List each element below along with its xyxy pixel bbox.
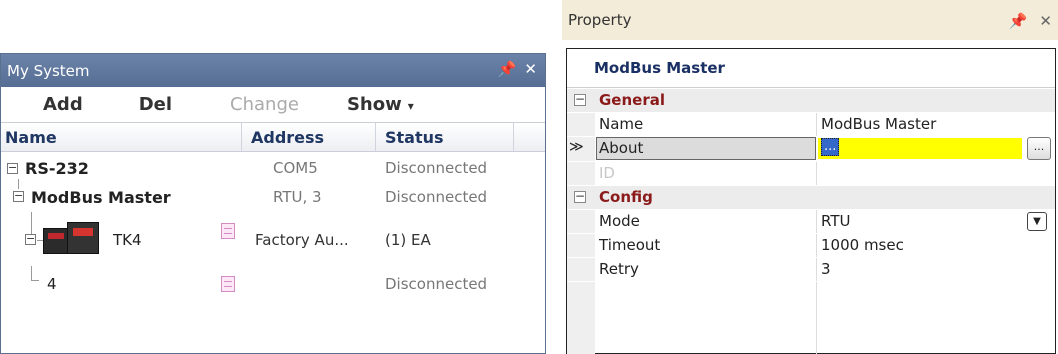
tree-row-name: ModBus Master	[31, 188, 171, 207]
tree-row-name: RS-232	[25, 159, 89, 178]
property-key: Timeout	[599, 236, 661, 254]
property-empty-area	[567, 282, 1055, 354]
collapse-icon[interactable]: −	[25, 233, 36, 245]
change-button[interactable]: Change	[230, 94, 299, 115]
tree-row-name: TK4	[113, 231, 142, 249]
delete-button[interactable]: Del	[139, 94, 172, 115]
property-value[interactable]: 1000 msec	[821, 236, 904, 254]
pin-icon[interactable]: 📌	[1009, 12, 1028, 30]
selected-row-marker-icon: ≫	[569, 139, 584, 155]
my-system-panel: My System 📌 ✕ Add Del Change Show ▾ Name …	[0, 53, 546, 354]
my-system-title: My System	[7, 61, 90, 80]
tree-row-status: Disconnected	[385, 159, 488, 177]
tree-row-address: Factory Au...	[255, 231, 349, 249]
property-key: ID	[599, 164, 615, 182]
ellipsis-button[interactable]: ...	[1027, 137, 1051, 160]
about-value-field[interactable]: ...	[818, 138, 1022, 159]
selected-object-name: ModBus Master	[567, 49, 1055, 88]
collapse-icon[interactable]: −	[574, 93, 586, 106]
property-row-retry[interactable]: Retry 3	[567, 258, 1055, 281]
close-icon[interactable]: ✕	[1039, 12, 1052, 30]
show-label: Show	[346, 94, 402, 115]
close-icon[interactable]: ✕	[524, 60, 537, 78]
column-header-status[interactable]: Status	[385, 128, 444, 147]
tree-row[interactable]: − RS-232 COM5 Disconnected	[1, 154, 545, 182]
property-panel: Property 📌 ✕ ModBus Master − General Nam…	[562, 0, 1058, 354]
property-key: Name	[599, 115, 644, 133]
property-row-timeout[interactable]: Timeout 1000 msec	[567, 234, 1055, 257]
property-key: About	[599, 139, 644, 157]
property-key: Retry	[599, 260, 639, 278]
pin-icon[interactable]: 📌	[498, 60, 517, 78]
property-row-name[interactable]: Name ModBus Master	[567, 113, 1055, 136]
tree-row-name: 4	[47, 275, 57, 293]
property-title: Property	[568, 11, 632, 29]
controller-device-icon	[43, 222, 101, 256]
dropdown-arrow-icon[interactable]: ▼	[1027, 212, 1047, 231]
category-label: General	[599, 91, 665, 109]
property-value[interactable]: 3	[821, 260, 831, 278]
show-dropdown-button[interactable]: Show ▾	[347, 94, 414, 115]
chevron-down-icon: ▾	[407, 99, 414, 113]
property-row-about[interactable]: ≫ About ... ...	[567, 137, 1055, 161]
tree-row[interactable]: − TK4 Factory Au... (1) EA	[1, 212, 545, 264]
my-system-toolbar: Add Del Change Show ▾	[1, 87, 545, 123]
register-map-icon	[221, 223, 235, 239]
tree-row-address: RTU, 3	[273, 188, 322, 206]
property-value[interactable]: ModBus Master	[821, 115, 936, 133]
property-value[interactable]: RTU	[821, 212, 850, 230]
property-row-mode[interactable]: Mode RTU ▼	[567, 210, 1055, 233]
add-button[interactable]: Add	[43, 94, 83, 115]
collapse-icon[interactable]: −	[13, 190, 24, 202]
property-key: Mode	[599, 212, 640, 230]
category-label: Config	[599, 188, 653, 206]
property-row-id[interactable]: ID	[567, 162, 1055, 185]
tree-row-status: Disconnected	[385, 275, 488, 293]
grid-header: Name Address Status	[1, 123, 545, 152]
category-config[interactable]: − Config	[567, 186, 1055, 209]
category-general[interactable]: − General	[567, 89, 1055, 112]
tree-row[interactable]: 4 Disconnected	[1, 266, 545, 298]
collapse-icon[interactable]: −	[574, 190, 586, 203]
my-system-titlebar: My System 📌 ✕	[1, 54, 545, 87]
collapse-icon[interactable]: −	[7, 162, 18, 174]
tree-row[interactable]: − ModBus Master RTU, 3 Disconnected	[1, 179, 545, 211]
column-header-name[interactable]: Name	[5, 128, 57, 147]
column-header-address[interactable]: Address	[251, 128, 324, 147]
tree-row-status: Disconnected	[385, 188, 488, 206]
tree-row-status: (1) EA	[385, 231, 431, 249]
tree-row-address: COM5	[273, 159, 318, 177]
property-titlebar: Property 📌 ✕	[562, 0, 1058, 40]
property-value: ...	[821, 138, 840, 156]
property-grid: ModBus Master − General Name ModBus Mast…	[566, 48, 1056, 354]
device-tree: − RS-232 COM5 Disconnected − ModBus Mast…	[1, 154, 545, 354]
register-map-icon	[221, 276, 235, 292]
